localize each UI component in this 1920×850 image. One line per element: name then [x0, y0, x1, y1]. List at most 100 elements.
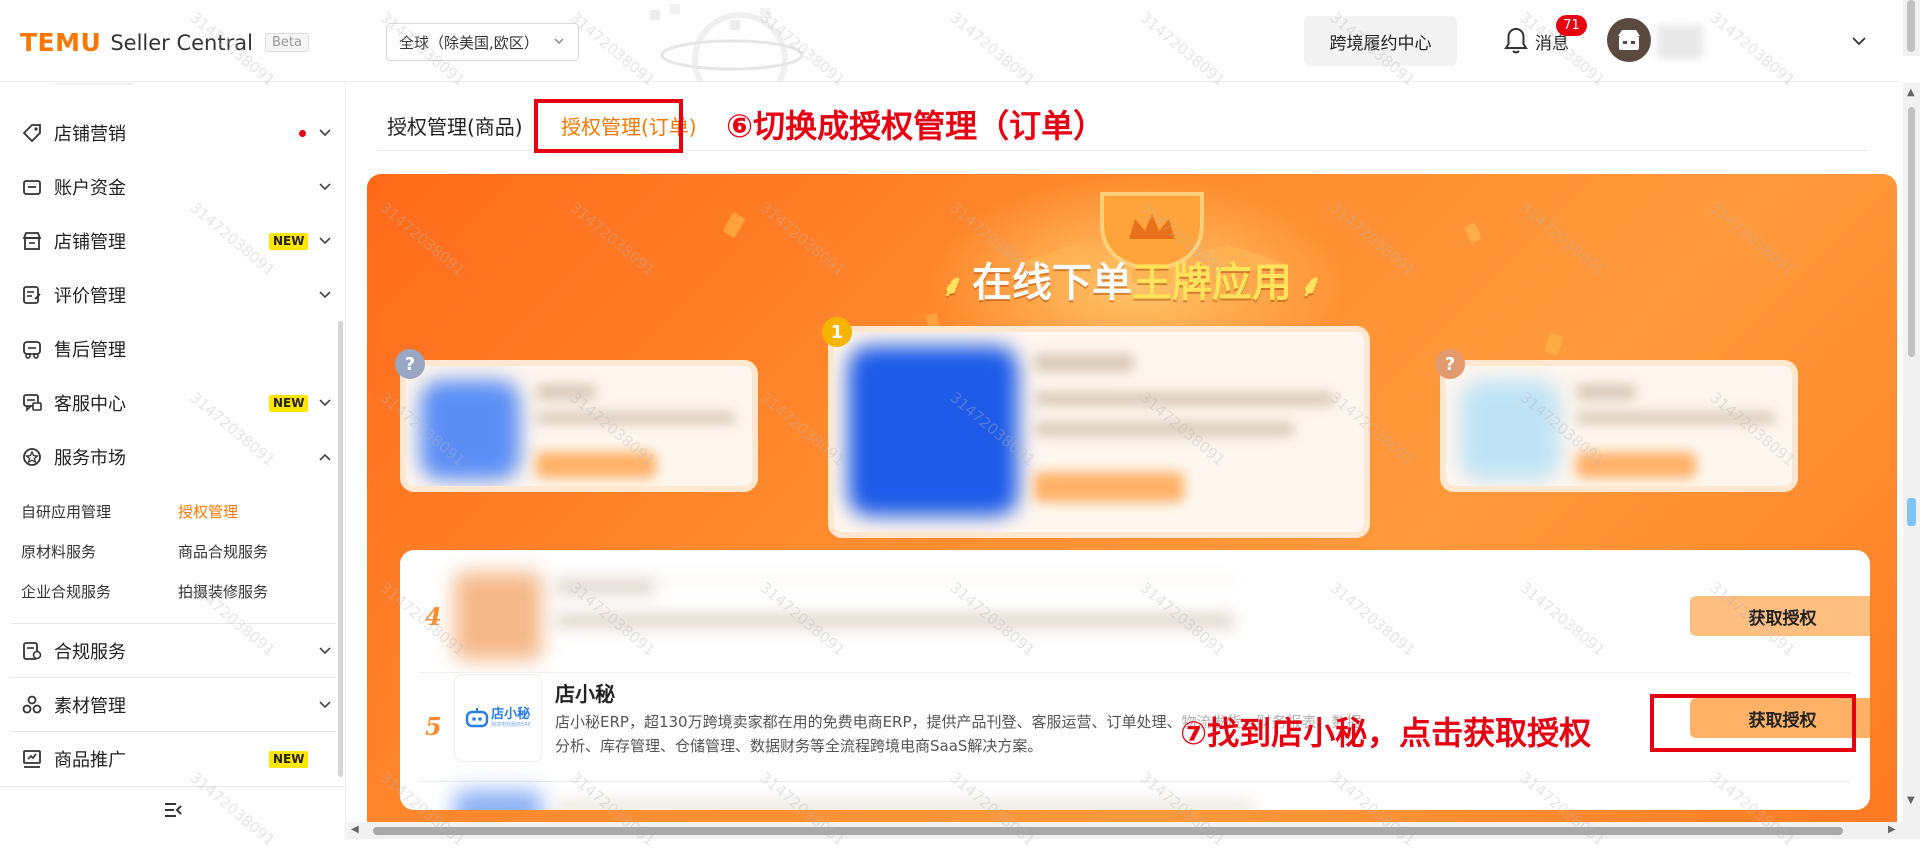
- medal-first-icon: 1: [822, 317, 852, 347]
- scroll-up-arrow-icon[interactable]: ▲: [1907, 87, 1915, 98]
- app-desc-blurred: [1034, 392, 1334, 406]
- dianxiaomi-logo-subtext: 跨境电商服务ERP: [491, 721, 531, 728]
- podium-card-3[interactable]: [1440, 360, 1798, 492]
- sidebar-subitem-authorization[interactable]: 授权管理: [178, 501, 238, 522]
- app-button-blurred: [1576, 452, 1696, 478]
- header-scrollbar[interactable]: [1903, 0, 1920, 56]
- material-icon: [22, 695, 42, 714]
- store-icon: [22, 232, 42, 250]
- sidebar-item-store-management[interactable]: 店铺管理 NEW: [0, 214, 345, 268]
- app-desc-blurred: [555, 800, 1255, 810]
- scroll-left-arrow-icon[interactable]: ◀: [351, 824, 359, 835]
- scroll-right-arrow-icon[interactable]: ▶: [1888, 824, 1896, 835]
- sidebar-subitem-self-dev-apps[interactable]: 自研应用管理: [21, 501, 111, 522]
- app-logo-blurred: [420, 380, 520, 480]
- temu-logo[interactable]: TEMU Seller Central Beta: [20, 28, 309, 57]
- tag-icon: [22, 124, 41, 143]
- podium-card-1[interactable]: [828, 326, 1370, 538]
- sidebar-item-label: 店铺营销: [54, 124, 126, 145]
- collapse-sidebar-icon[interactable]: [163, 801, 183, 823]
- sidebar-item-label: 服务市场: [54, 448, 126, 469]
- store-avatar-icon: [1618, 30, 1640, 50]
- top-bar: TEMU Seller Central Beta 全球（除美国,欧区） 跨境履约…: [0, 0, 1900, 82]
- new-badge: NEW: [269, 232, 309, 250]
- chevron-down-icon: [319, 129, 331, 137]
- app-desc-blurred: [1576, 412, 1776, 424]
- confetti: [1463, 222, 1483, 244]
- scroll-position-marker: [1907, 498, 1916, 526]
- app-desc-blurred: [555, 612, 1235, 630]
- region-select[interactable]: 全球（除美国,欧区）: [386, 23, 579, 61]
- app-name-blurred: [536, 384, 596, 400]
- dianxiaomi-logo-mark: 店小秘 跨境电商服务ERP: [465, 707, 531, 729]
- get-authorization-button[interactable]: 获取授权: [1690, 596, 1870, 636]
- review-icon: [23, 286, 41, 304]
- chevron-down-icon: [319, 237, 331, 245]
- sidebar-item-material-management[interactable]: 素材管理: [0, 678, 345, 732]
- service-market-icon: [23, 448, 41, 466]
- dianxiaomi-logo-text: 店小秘: [491, 706, 531, 722]
- app-desc-blurred: [555, 578, 1235, 582]
- app-logo-blurred: [454, 572, 542, 660]
- sidebar-subitem-raw-materials[interactable]: 原材料服务: [21, 541, 96, 562]
- sidebar-item-label: 账户资金: [54, 178, 126, 199]
- sidebar-item-label: 素材管理: [54, 696, 126, 717]
- vertical-scrollbar[interactable]: ▲ ▼: [1903, 83, 1920, 839]
- sidebar-item-label: 商品推广: [54, 750, 126, 771]
- sidebar-item-label: 评价管理: [54, 286, 126, 307]
- confetti: [722, 211, 746, 239]
- row-divider: [420, 672, 1850, 673]
- robot-icon: [465, 708, 489, 728]
- laurel-right-icon: ⸙: [1300, 269, 1323, 304]
- sidebar-subitem-product-compliance[interactable]: 商品合规服务: [178, 541, 268, 562]
- wallet-icon: [23, 180, 41, 195]
- region-select-value: 全球（除美国,欧区）: [399, 33, 539, 52]
- podium-card-2[interactable]: [400, 360, 758, 492]
- account-chevron-down-icon[interactable]: [1849, 31, 1869, 55]
- compliance-icon: [23, 642, 42, 660]
- horizontal-scrollbar[interactable]: ◀ ▶: [347, 822, 1903, 839]
- beta-badge: Beta: [264, 33, 309, 52]
- sidebar-item-store-marketing[interactable]: 店铺营销: [0, 106, 345, 160]
- sidebar-subitem-photo-decoration[interactable]: 拍摄装修服务: [178, 581, 268, 602]
- app-desc-blurred: [1034, 422, 1294, 436]
- chevron-down-icon: [319, 647, 331, 655]
- username-blurred: [1657, 25, 1703, 59]
- app-button-blurred: [536, 452, 656, 478]
- sidebar-item-label: 客服中心: [54, 394, 126, 415]
- app-logo-blurred: [848, 346, 1018, 516]
- sidebar-divider: [0, 786, 345, 787]
- sidebar-item-service-market[interactable]: 服务市场: [0, 430, 345, 484]
- app-name[interactable]: 店小秘: [555, 678, 615, 707]
- sidebar-scrollbar[interactable]: [338, 321, 343, 777]
- app-desc-blurred: [536, 412, 736, 424]
- app-logo-blurred: [454, 790, 542, 810]
- sidebar-item-account-funds[interactable]: 账户资金: [0, 160, 345, 214]
- app-name-blurred: [1034, 354, 1134, 372]
- sidebar-item-compliance[interactable]: 合规服务: [0, 624, 345, 678]
- banner-title-highlight: 王牌应用: [1132, 260, 1292, 306]
- dianxiaomi-logo: 店小秘 跨境电商服务ERP: [454, 674, 542, 762]
- sidebar-subitem-enterprise-compliance[interactable]: 企业合规服务: [21, 581, 111, 602]
- logo-product: Seller Central: [110, 30, 253, 55]
- sidebar-item-product-promotion[interactable]: 商品推广 NEW: [0, 732, 345, 786]
- chevron-up-icon: [319, 453, 331, 461]
- sidebar: 店铺营销 账户资金 店铺管理 NEW 评价管理 售后管理 客服中心 NEW 服务…: [0, 83, 346, 839]
- top-apps-banner: ⸙ 在线下单王牌应用 ⸙ ? 1 ? 4 获取授权 5 店小秘 跨境电商服务ER…: [367, 174, 1897, 823]
- confetti: [1544, 332, 1564, 356]
- bell-icon: [1504, 27, 1528, 54]
- app-logo-blurred: [1460, 380, 1560, 480]
- avatar[interactable]: [1607, 18, 1651, 62]
- sidebar-item-review-management[interactable]: 评价管理: [0, 268, 345, 322]
- sidebar-item-after-sales[interactable]: 售后管理: [0, 322, 345, 376]
- sidebar-item-customer-service[interactable]: 客服中心 NEW: [0, 376, 345, 430]
- new-badge: NEW: [269, 750, 309, 768]
- chevron-down-icon: [552, 34, 566, 52]
- fulfillment-center-button[interactable]: 跨境履约中心: [1304, 16, 1457, 66]
- rank-number: 4: [425, 602, 442, 631]
- scroll-down-arrow-icon[interactable]: ▼: [1907, 795, 1915, 806]
- globe-watermark-icon: [650, 4, 804, 82]
- medal-second-icon: ?: [395, 349, 425, 379]
- tab-authorization-goods[interactable]: 授权管理(商品): [387, 111, 523, 140]
- app-list-panel: 4 获取授权 5 店小秘 跨境电商服务ERP 店小秘 店小秘ERP，超130万跨…: [400, 550, 1870, 810]
